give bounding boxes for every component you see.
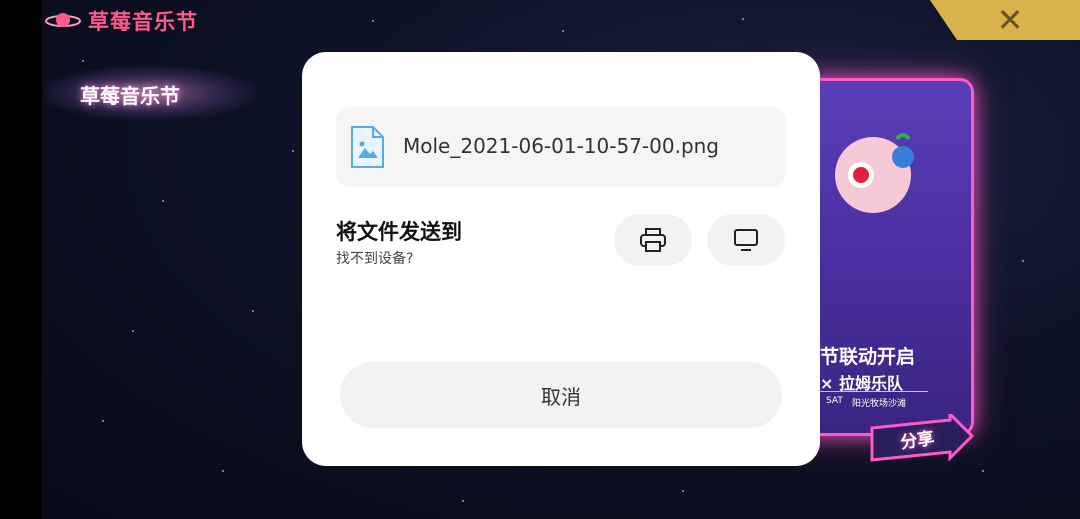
image-file-icon: [351, 126, 384, 168]
no-device-link[interactable]: 找不到设备?: [336, 248, 413, 268]
file-name: Mole_2021-06-01-10-57-00.png: [403, 134, 720, 158]
print-button[interactable]: [614, 214, 692, 266]
send-file-dialog: Mole_2021-06-01-10-57-00.png 将文件发送到 找不到设…: [302, 52, 820, 466]
cancel-button[interactable]: 取消: [340, 362, 782, 428]
printer-icon: [640, 228, 666, 252]
send-to-title: 将文件发送到: [336, 220, 462, 244]
screen-cast-button[interactable]: [707, 214, 785, 266]
monitor-icon: [734, 229, 758, 251]
file-card: Mole_2021-06-01-10-57-00.png: [336, 107, 786, 187]
